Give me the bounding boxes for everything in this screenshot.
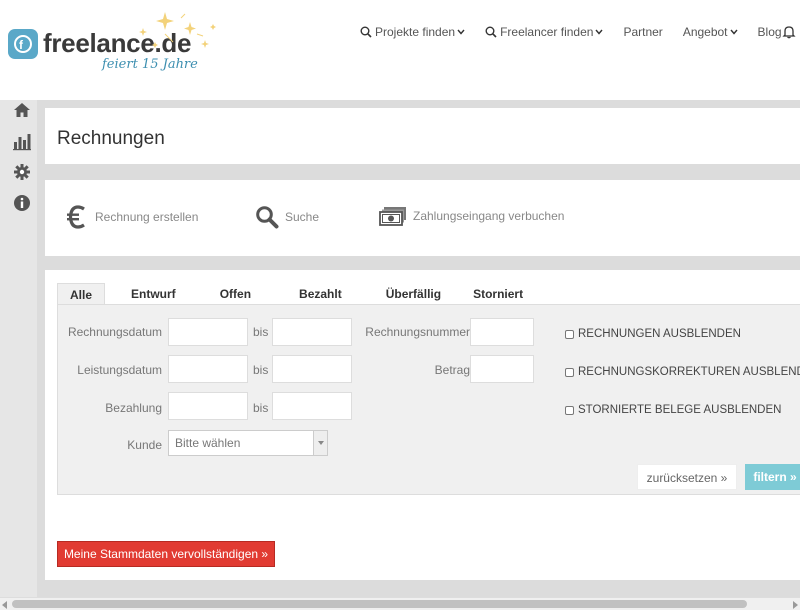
kunde-select-value: Bitte wählen bbox=[175, 436, 241, 450]
checkbox-box[interactable] bbox=[565, 367, 574, 377]
sidebar bbox=[12, 100, 34, 224]
nav-label: Partner bbox=[623, 25, 663, 39]
search-icon bbox=[485, 26, 497, 38]
rechnungsdatum-bis-input[interactable] bbox=[272, 318, 352, 346]
checkbox-label: STORNIERTE BELEGE AUSBLENDEN bbox=[578, 404, 782, 416]
nav-label: Freelancer finden bbox=[500, 25, 594, 39]
kunde-select[interactable]: Bitte wählen bbox=[168, 430, 328, 456]
title-panel: Rechnungen bbox=[45, 108, 800, 164]
scroll-right-icon[interactable] bbox=[793, 601, 798, 609]
gear-icon[interactable] bbox=[12, 162, 32, 182]
scroll-left-icon[interactable] bbox=[2, 601, 7, 609]
nav-freelancer-finden[interactable]: Freelancer finden bbox=[485, 25, 603, 39]
tab-alle[interactable]: Alle bbox=[57, 283, 106, 305]
bezahlung-bis-input[interactable] bbox=[272, 392, 352, 420]
sparkles-icon bbox=[139, 12, 216, 48]
rechnungen-ausblenden-checkbox[interactable]: RECHNUNGEN AUSBLENDEN bbox=[565, 328, 741, 340]
rechnungsnummer-label: Rechnungsnummer bbox=[365, 325, 470, 339]
rechnungsnummer-input[interactable] bbox=[470, 318, 534, 346]
nav-partner[interactable]: Partner bbox=[623, 25, 662, 39]
stornierte-belege-ausblenden-checkbox[interactable]: STORNIERTE BELEGE AUSBLENDEN bbox=[565, 404, 781, 416]
chevron-down-icon bbox=[729, 29, 738, 35]
stammdaten-vervollstaendigen-button[interactable]: Meine Stammdaten vervollständigen » bbox=[57, 541, 275, 567]
checkbox-box[interactable] bbox=[565, 405, 574, 415]
logo-mark: f bbox=[8, 28, 38, 59]
leistungsdatum-von-input[interactable] bbox=[168, 355, 248, 383]
chevron-down-icon bbox=[457, 29, 465, 35]
horizontal-scrollbar[interactable] bbox=[0, 597, 800, 610]
tab-offen[interactable]: Offen bbox=[208, 283, 263, 305]
zuruecksetzen-button[interactable]: zurücksetzen » bbox=[637, 464, 737, 490]
nav-angebot[interactable]: Angebot bbox=[683, 25, 738, 39]
tab-ueberfaellig[interactable]: Überfällig bbox=[374, 283, 453, 305]
filtern-button[interactable]: filtern » bbox=[745, 464, 800, 490]
checkbox-box[interactable] bbox=[565, 329, 574, 339]
bar-chart-icon[interactable] bbox=[12, 131, 32, 151]
zahlungseingang-button[interactable]: Zahlungseingang verbuchen bbox=[379, 205, 564, 227]
betrag-input[interactable] bbox=[470, 355, 534, 383]
tab-bezahlt[interactable]: Bezahlt bbox=[287, 283, 354, 305]
actions-panel: Rechnung erstellen Suche Zahlungseingang… bbox=[45, 180, 800, 256]
site-header: f freelance.de feiert 15 Jahre Projekte … bbox=[0, 0, 800, 100]
action-label: Rechnung erstellen bbox=[95, 210, 199, 224]
bell-icon[interactable] bbox=[782, 25, 796, 39]
rechnungskorrekturen-ausblenden-checkbox[interactable]: RECHNUNGSKORREKTUREN AUSBLENDEN bbox=[565, 366, 800, 378]
scrollbar-thumb[interactable] bbox=[12, 600, 747, 608]
chevron-down-icon bbox=[595, 29, 603, 35]
main-content: Rechnungen Rechnung erstellen Suche Zahl… bbox=[37, 100, 800, 597]
search-icon bbox=[256, 206, 279, 229]
nav-blog[interactable]: Blog bbox=[758, 25, 782, 39]
info-icon[interactable] bbox=[12, 193, 32, 213]
bezahlung-von-input[interactable] bbox=[168, 392, 248, 420]
search-icon bbox=[360, 26, 372, 38]
nav-label: Angebot bbox=[682, 25, 728, 39]
money-icon bbox=[379, 207, 406, 226]
nav-projekte-finden[interactable]: Projekte finden bbox=[360, 25, 465, 39]
select-arrow-icon[interactable] bbox=[313, 431, 327, 455]
logo-subtitle: feiert 15 Jahre bbox=[102, 57, 198, 72]
bis-label: bis bbox=[253, 401, 269, 415]
home-icon[interactable] bbox=[12, 100, 32, 120]
action-label: Zahlungseingang verbuchen bbox=[413, 209, 565, 223]
leistungsdatum-label: Leistungsdatum bbox=[77, 363, 162, 377]
rechnungsdatum-von-input[interactable] bbox=[168, 318, 248, 346]
checkbox-label: RECHNUNGSKORREKTUREN AUSBLENDEN bbox=[578, 366, 800, 378]
tab-entwurf[interactable]: Entwurf bbox=[119, 283, 188, 305]
filter-panel: Alle Entwurf Offen Bezahlt Überfällig St… bbox=[45, 270, 800, 580]
invoice-tabs: Alle Entwurf Offen Bezahlt Überfällig St… bbox=[57, 283, 535, 305]
rechnungsdatum-label: Rechnungsdatum bbox=[67, 325, 162, 339]
kunde-label: Kunde bbox=[127, 438, 162, 452]
page-title: Rechnungen bbox=[57, 128, 165, 149]
leistungsdatum-bis-input[interactable] bbox=[272, 355, 352, 383]
rechnung-erstellen-button[interactable]: Rechnung erstellen bbox=[67, 205, 198, 229]
bezahlung-label: Bezahlung bbox=[105, 401, 162, 415]
euro-icon bbox=[67, 205, 85, 229]
nav-label: Blog bbox=[757, 25, 782, 39]
action-label: Suche bbox=[285, 210, 320, 224]
main-nav: Projekte finden Freelancer finden Partne… bbox=[360, 25, 800, 39]
bis-label: bis bbox=[253, 325, 269, 339]
betrag-label: Betrag bbox=[434, 363, 470, 377]
tab-storniert[interactable]: Storniert bbox=[461, 283, 535, 305]
nav-label: Projekte finden bbox=[375, 25, 456, 39]
suche-button[interactable]: Suche bbox=[255, 205, 319, 229]
checkbox-label: RECHNUNGEN AUSBLENDEN bbox=[578, 328, 741, 340]
bis-label: bis bbox=[253, 363, 269, 377]
